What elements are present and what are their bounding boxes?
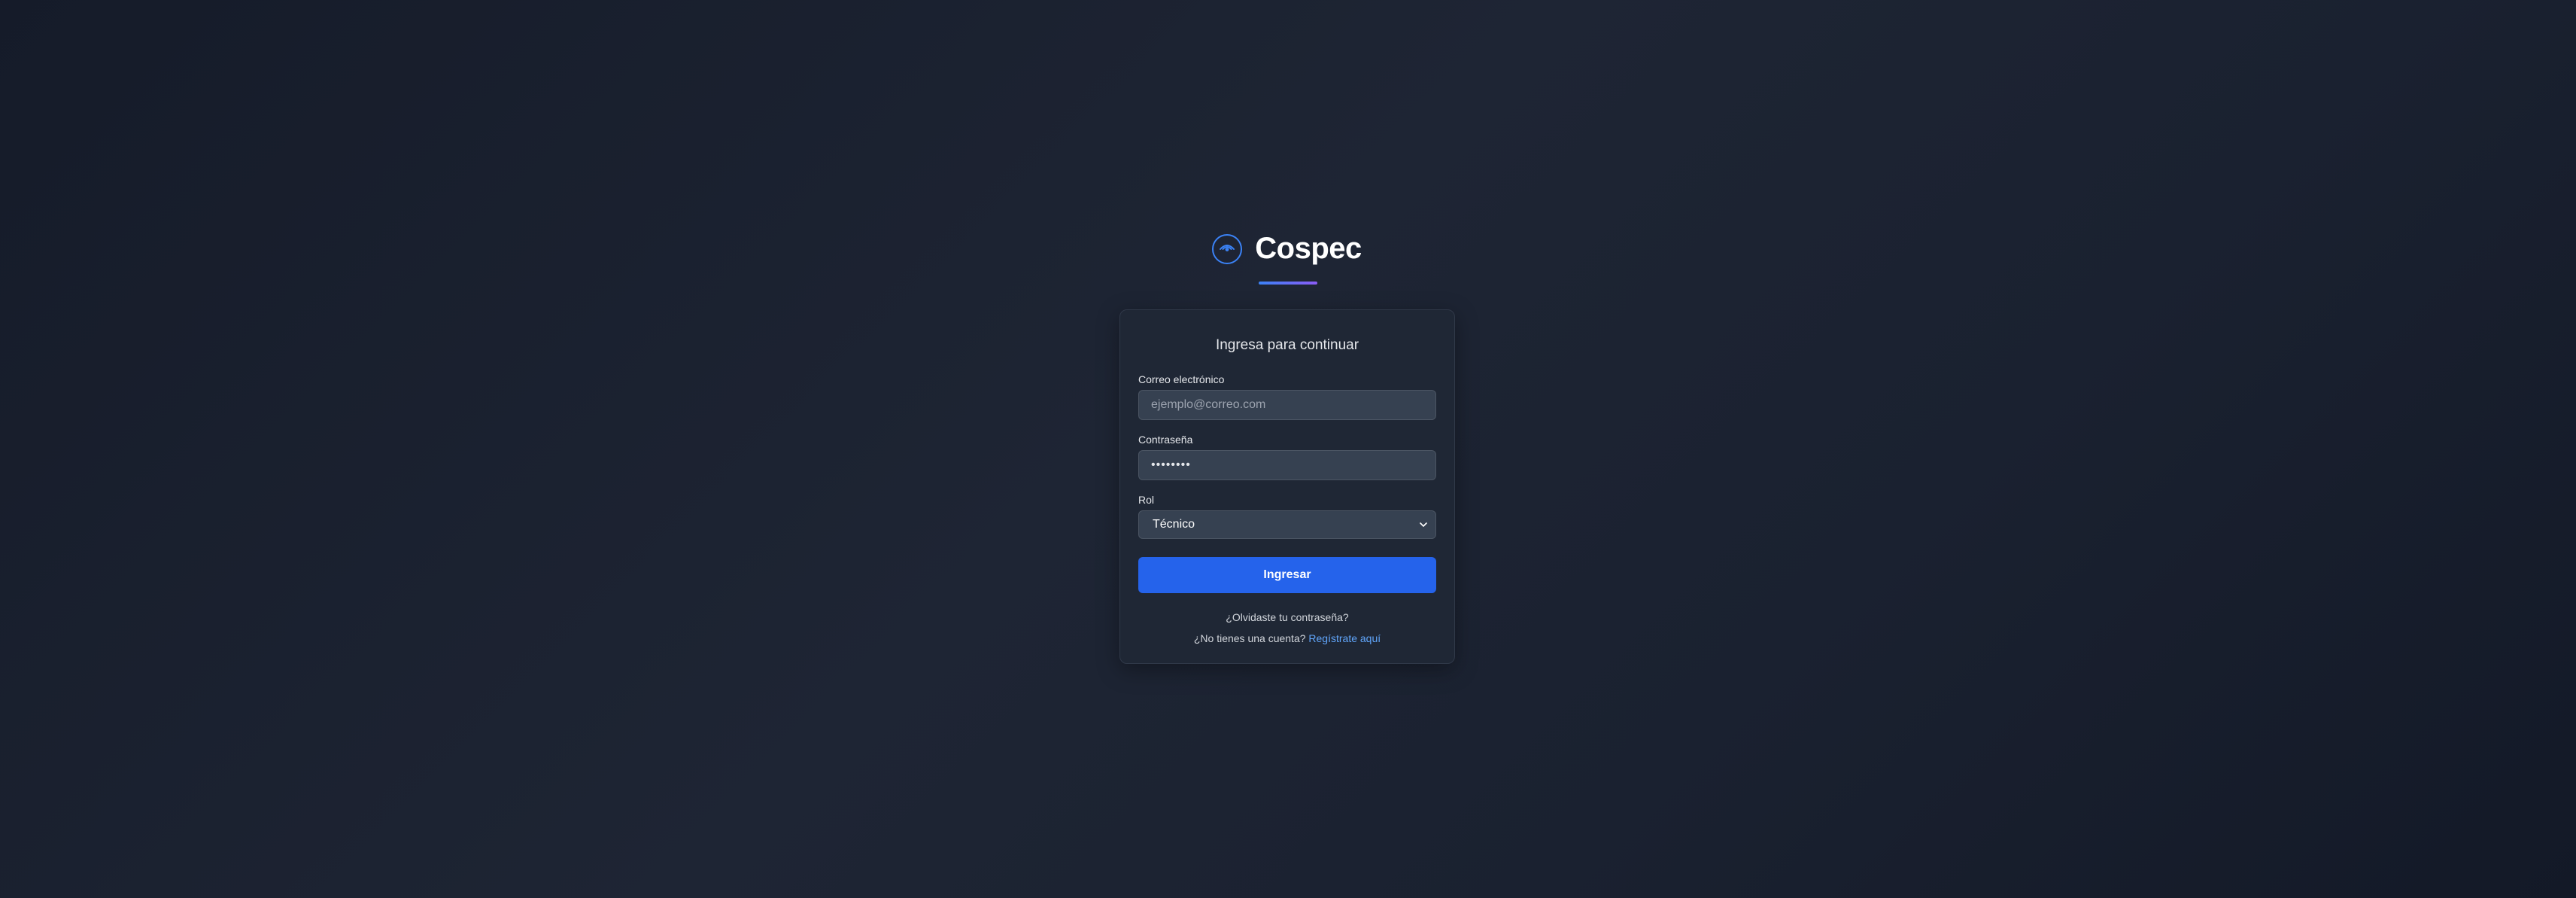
role-label: Rol [1138, 494, 1155, 506]
email-field-group: Correo electrónico [1138, 373, 1436, 420]
email-input[interactable] [1138, 390, 1436, 420]
brand-underline [1259, 282, 1317, 285]
eye-signal-icon [1211, 233, 1243, 265]
chevron-down-icon [1419, 520, 1428, 529]
email-label: Correo electrónico [1138, 373, 1225, 385]
role-select[interactable]: Técnico [1138, 510, 1436, 539]
register-row: ¿No tienes una cuenta? Regístrate aquí [1138, 632, 1436, 644]
role-field-group: Rol Técnico [1138, 494, 1436, 539]
password-label: Contraseña [1138, 434, 1193, 446]
password-input[interactable] [1138, 450, 1436, 480]
password-field-group: Contraseña [1138, 434, 1436, 480]
brand-header: Cospec [0, 232, 2576, 266]
role-selected-value: Técnico [1153, 518, 1195, 531]
submit-button[interactable]: Ingresar [1138, 557, 1436, 593]
card-title: Ingresa para continuar [1215, 337, 1359, 353]
login-card: Ingresa para continuar Correo electrónic… [1119, 309, 1455, 664]
forgot-password-link[interactable]: ¿Olvidaste tu contraseña? [1138, 611, 1436, 623]
register-link[interactable]: Regístrate aquí [1308, 632, 1381, 644]
no-account-text: ¿No tienes una cuenta? [1193, 632, 1306, 644]
brand-name: Cospec [1255, 232, 1362, 265]
